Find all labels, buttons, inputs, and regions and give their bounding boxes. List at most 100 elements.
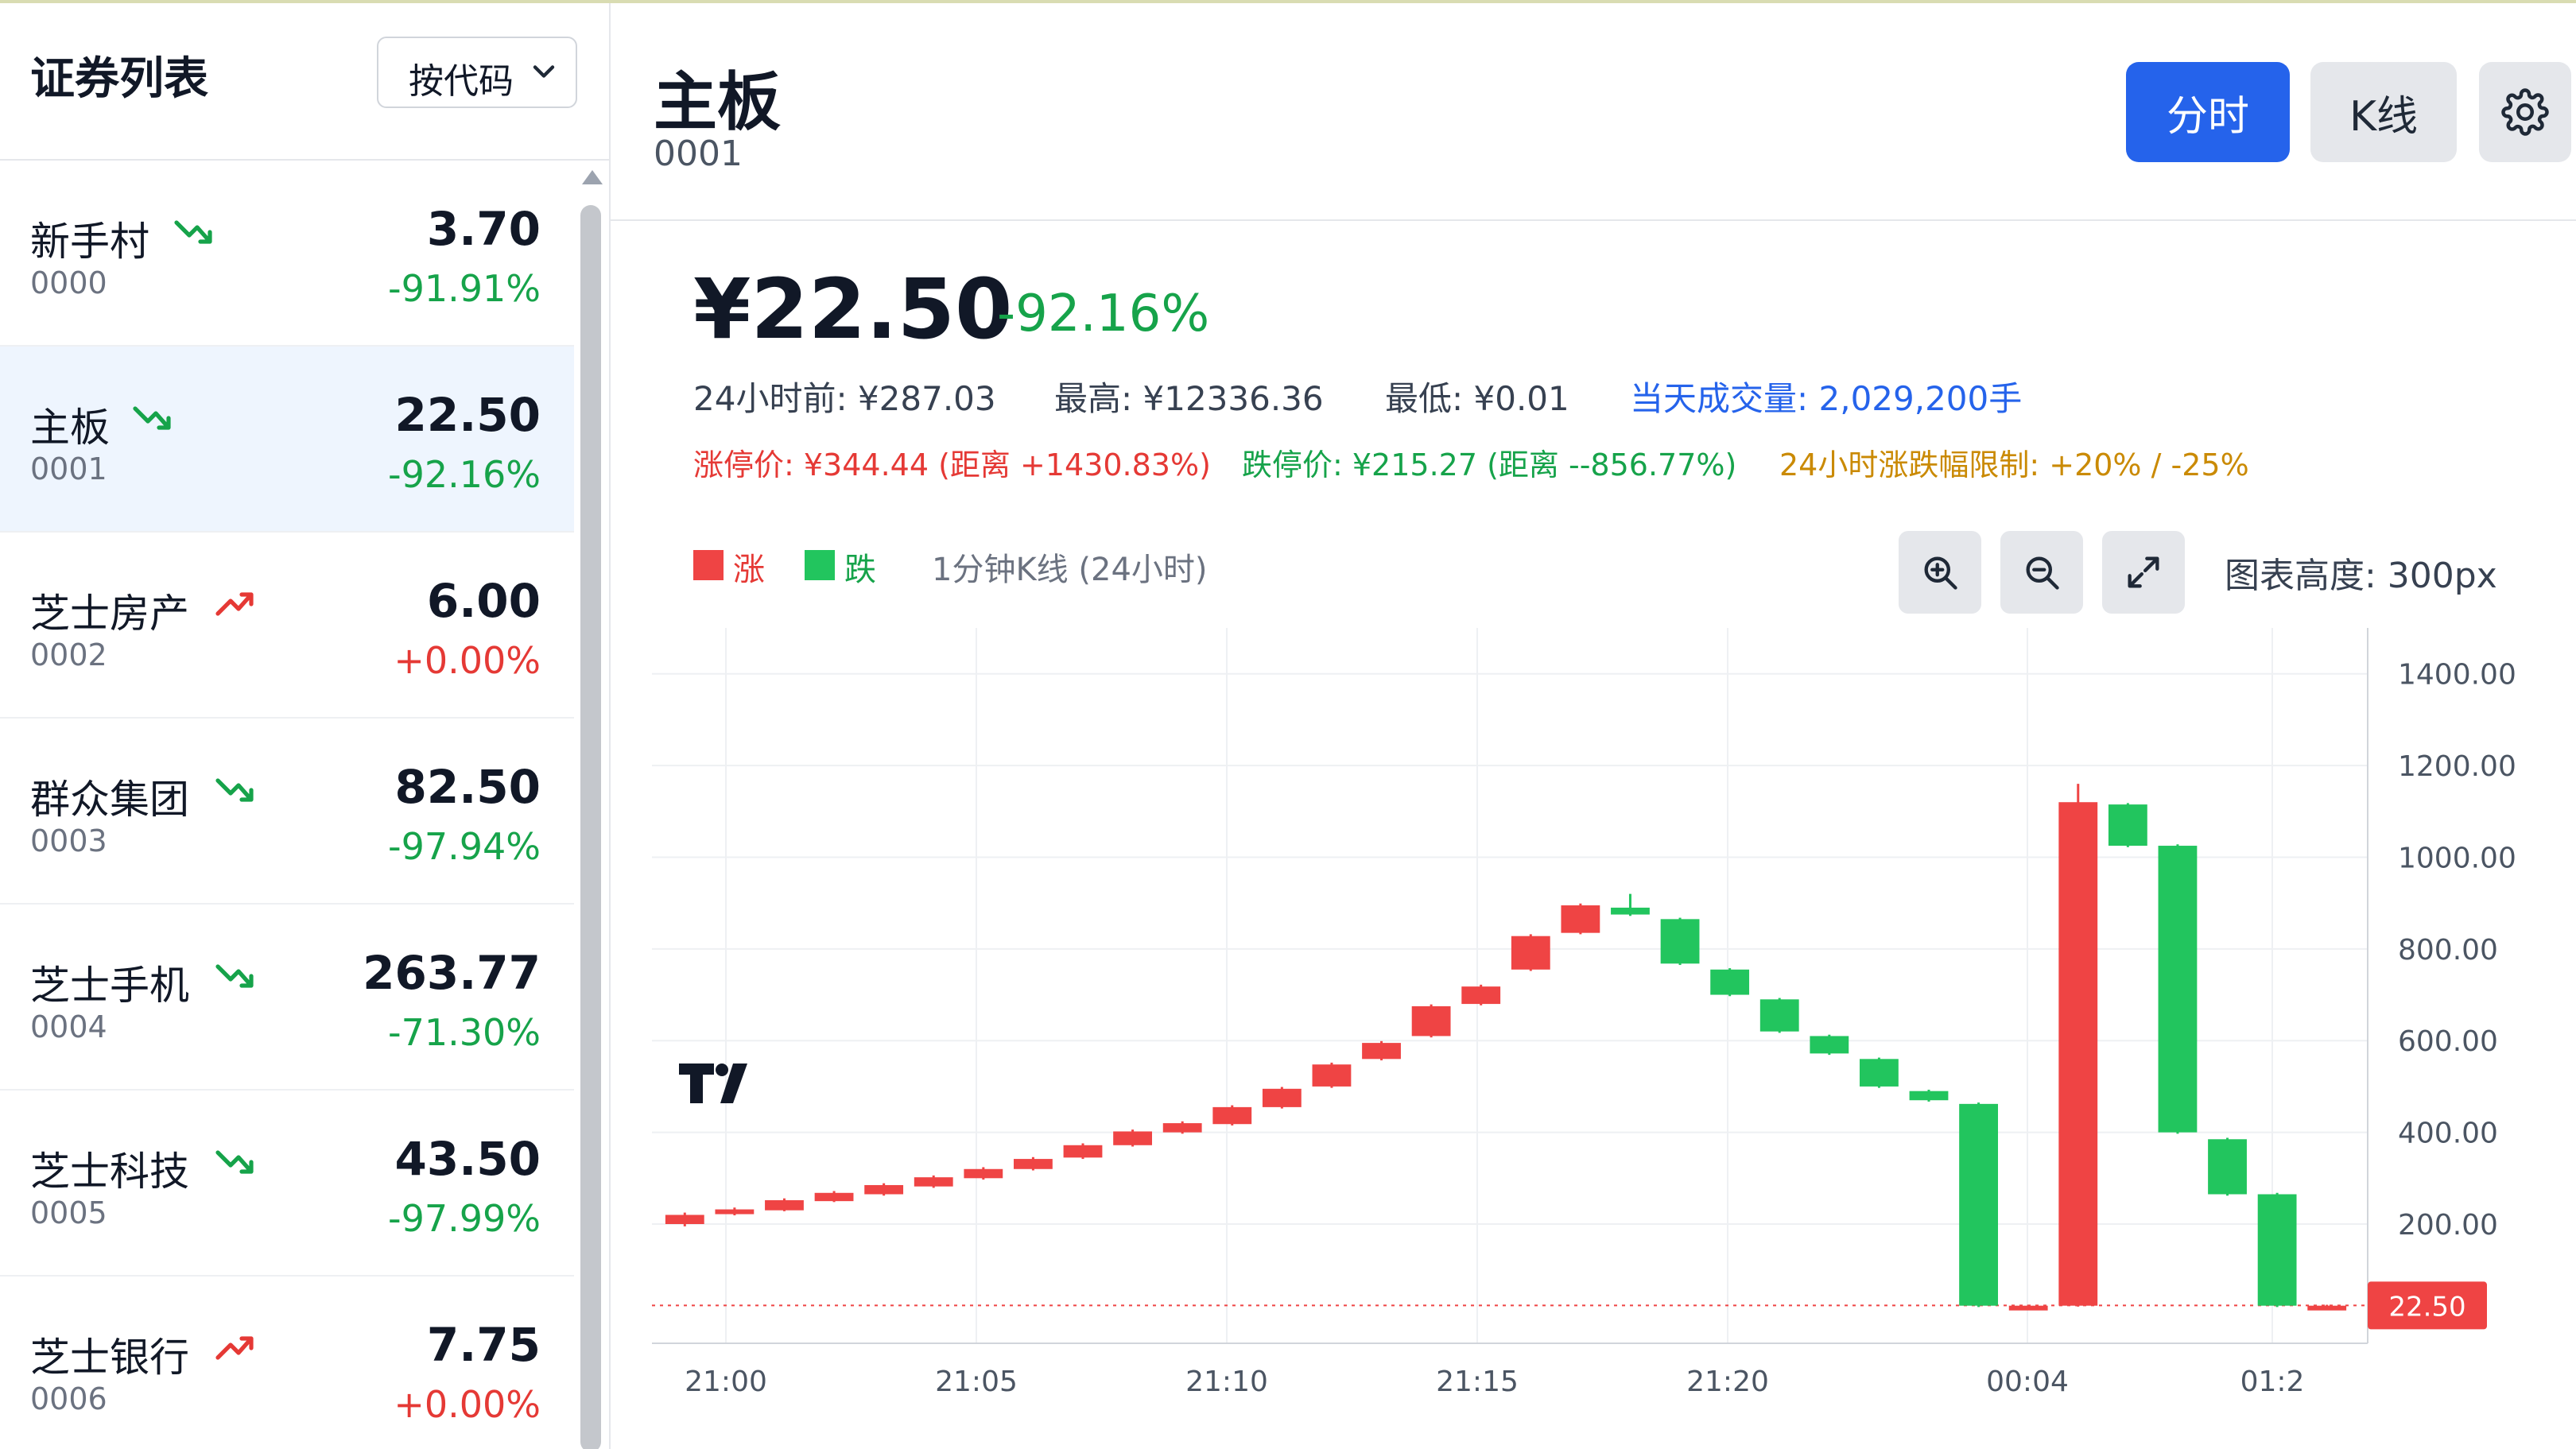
legend-up-swatch [693,550,724,580]
candle-up [765,1200,804,1211]
x-tick-label: 21:10 [1185,1366,1268,1398]
candle-up [1362,1043,1401,1060]
limit-rule: 24小时涨跌幅限制: +20% / -25% [1779,447,2249,482]
security-code: 0003 [30,823,107,858]
list-item-0001[interactable]: 主板 0001 22.50 -92.16% [0,347,574,533]
trend-down-icon [174,220,212,244]
y-tick-label: 1000.00 [2398,842,2516,874]
limit-up-price: 涨停价: ¥344.44 (距离 +1430.83%) [693,447,1211,482]
fullscreen-button[interactable] [2102,531,2185,614]
candle-down [2158,846,2198,1133]
high-price: 最高: ¥12336.36 [1054,379,1324,418]
list-item-0003[interactable]: 群众集团 0003 82.50 -97.94% [0,719,574,905]
sort-select[interactable]: 按代码 [377,37,577,108]
security-code: 0001 [30,451,107,486]
page-title: 主板 [654,65,781,139]
zoom-in-button[interactable] [1899,531,1981,614]
candle-up [1312,1064,1352,1087]
security-price: 43.50 [394,1132,541,1186]
candle-up [1561,905,1600,933]
candle-up [1113,1131,1152,1145]
security-price: 82.50 [394,760,541,814]
security-change: -91.91% [388,267,541,310]
main-header: 主板 0001 分时 K线 [611,3,2576,221]
candle-down [2257,1194,2297,1306]
zoom-in-icon [1924,556,1957,590]
list-item-0002[interactable]: 芝士房产 0002 6.00 +0.00% [0,533,574,719]
settings-button[interactable] [2479,62,2571,162]
current-price: ¥22.50 [693,261,1013,358]
security-name: 主板 [30,405,110,451]
x-tick-label: 21:15 [1436,1366,1519,1398]
x-tick-label: 21:05 [935,1366,1018,1398]
last-price-label: 22.50 [2388,1291,2465,1323]
trend-down-icon [133,406,171,430]
y-tick-label: 1400.00 [2398,659,2516,692]
trend-down-icon [215,964,254,988]
candle-down [1860,1059,1899,1087]
current-change: -92.16% [997,285,1210,343]
limit-down-price: 跌停价: ¥215.27 (距离 --856.77%) [1242,447,1737,482]
main-panel: 主板 0001 分时 K线 ¥22.50 -92.16% 24小时前: ¥287… [611,3,2576,1449]
candle-up [1262,1088,1302,1107]
security-code: 0002 [30,637,107,672]
candle-up [1014,1159,1053,1169]
y-tick-label: 400.00 [2398,1118,2498,1150]
scroll-up-arrow-icon[interactable] [582,170,603,184]
legend-up-label: 涨 [733,552,765,588]
quote-panel: ¥22.50 -92.16% 24小时前: ¥287.03 最高: ¥12336… [611,221,2576,1449]
candle-up [1162,1123,1202,1133]
security-name: 新手村 [30,219,149,265]
list-item-0004[interactable]: 芝士手机 0004 263.77 -71.30% [0,905,574,1091]
security-list-sidebar: 证券列表 按代码 新手村 0000 3.70 -91.91% 主板 0001 2… [0,3,611,1449]
security-change: -92.16% [388,453,541,496]
expand-icon [2128,556,2159,588]
security-name: 芝士房产 [30,591,189,637]
y-tick-label: 800.00 [2398,934,2498,967]
security-code: 0004 [30,1009,107,1044]
sidebar-header: 证券列表 按代码 [0,3,609,161]
list-item-0000[interactable]: 新手村 0000 3.70 -91.91% [0,161,574,347]
trend-down-icon [215,1150,254,1174]
chart-height-label: 图表高度: 300px [2225,556,2497,596]
sidebar-scrollbar[interactable] [577,170,604,1449]
trend-down-icon [215,778,254,802]
candle-up [964,1168,1003,1179]
trend-up-icon [215,592,254,616]
list-item-0005[interactable]: 芝士科技 0005 43.50 -97.99% [0,1091,574,1277]
candle-up [914,1177,953,1187]
x-tick-label: 00:04 [1986,1366,2069,1398]
list-item-0006[interactable]: 芝士银行 0006 7.75 +0.00% [0,1277,574,1449]
candle-down [1660,919,1700,964]
tradingview-logo [679,1064,747,1103]
security-name: 芝士科技 [30,1149,189,1195]
prev-24h-price: 24小时前: ¥287.03 [693,379,996,418]
candle-down [2208,1139,2247,1195]
candle-up [814,1192,854,1202]
legend-down-label: 跌 [844,552,876,588]
candle-down [2108,804,2147,847]
x-tick-label: 21:00 [685,1366,767,1398]
candle-down [1959,1103,1998,1306]
security-change: +0.00% [394,639,541,682]
tab-kline[interactable]: K线 [2310,62,2457,162]
candle-up [1411,1005,1451,1036]
zoom-out-button[interactable] [2000,531,2083,614]
candle-up [1461,986,1501,1005]
scrollbar-thumb[interactable] [580,205,601,1449]
security-change: -97.99% [388,1197,541,1240]
candlestick-chart[interactable]: 21:00 21:05 21:10 21:15 21:20 00:04 01:2 1400.0… [611,628,2576,1447]
y-tick-label: 1200.00 [2398,750,2516,783]
x-tick-label: 01:2 [2240,1366,2305,1398]
security-name: 芝士手机 [30,963,189,1009]
page-code: 0001 [654,134,743,174]
daily-volume: 当天成交量: 2,029,200手 [1630,379,2023,418]
candle-down [1909,1091,1949,1101]
candle-up [1063,1145,1103,1158]
y-tick-label: 600.00 [2398,1025,2498,1058]
sidebar-title: 证券列表 [30,53,208,105]
sort-select-label: 按代码 [409,61,514,102]
security-change: -97.94% [388,825,541,868]
low-price: 最低: ¥0.01 [1385,379,1569,418]
tab-time-sharing[interactable]: 分时 [2126,62,2290,162]
